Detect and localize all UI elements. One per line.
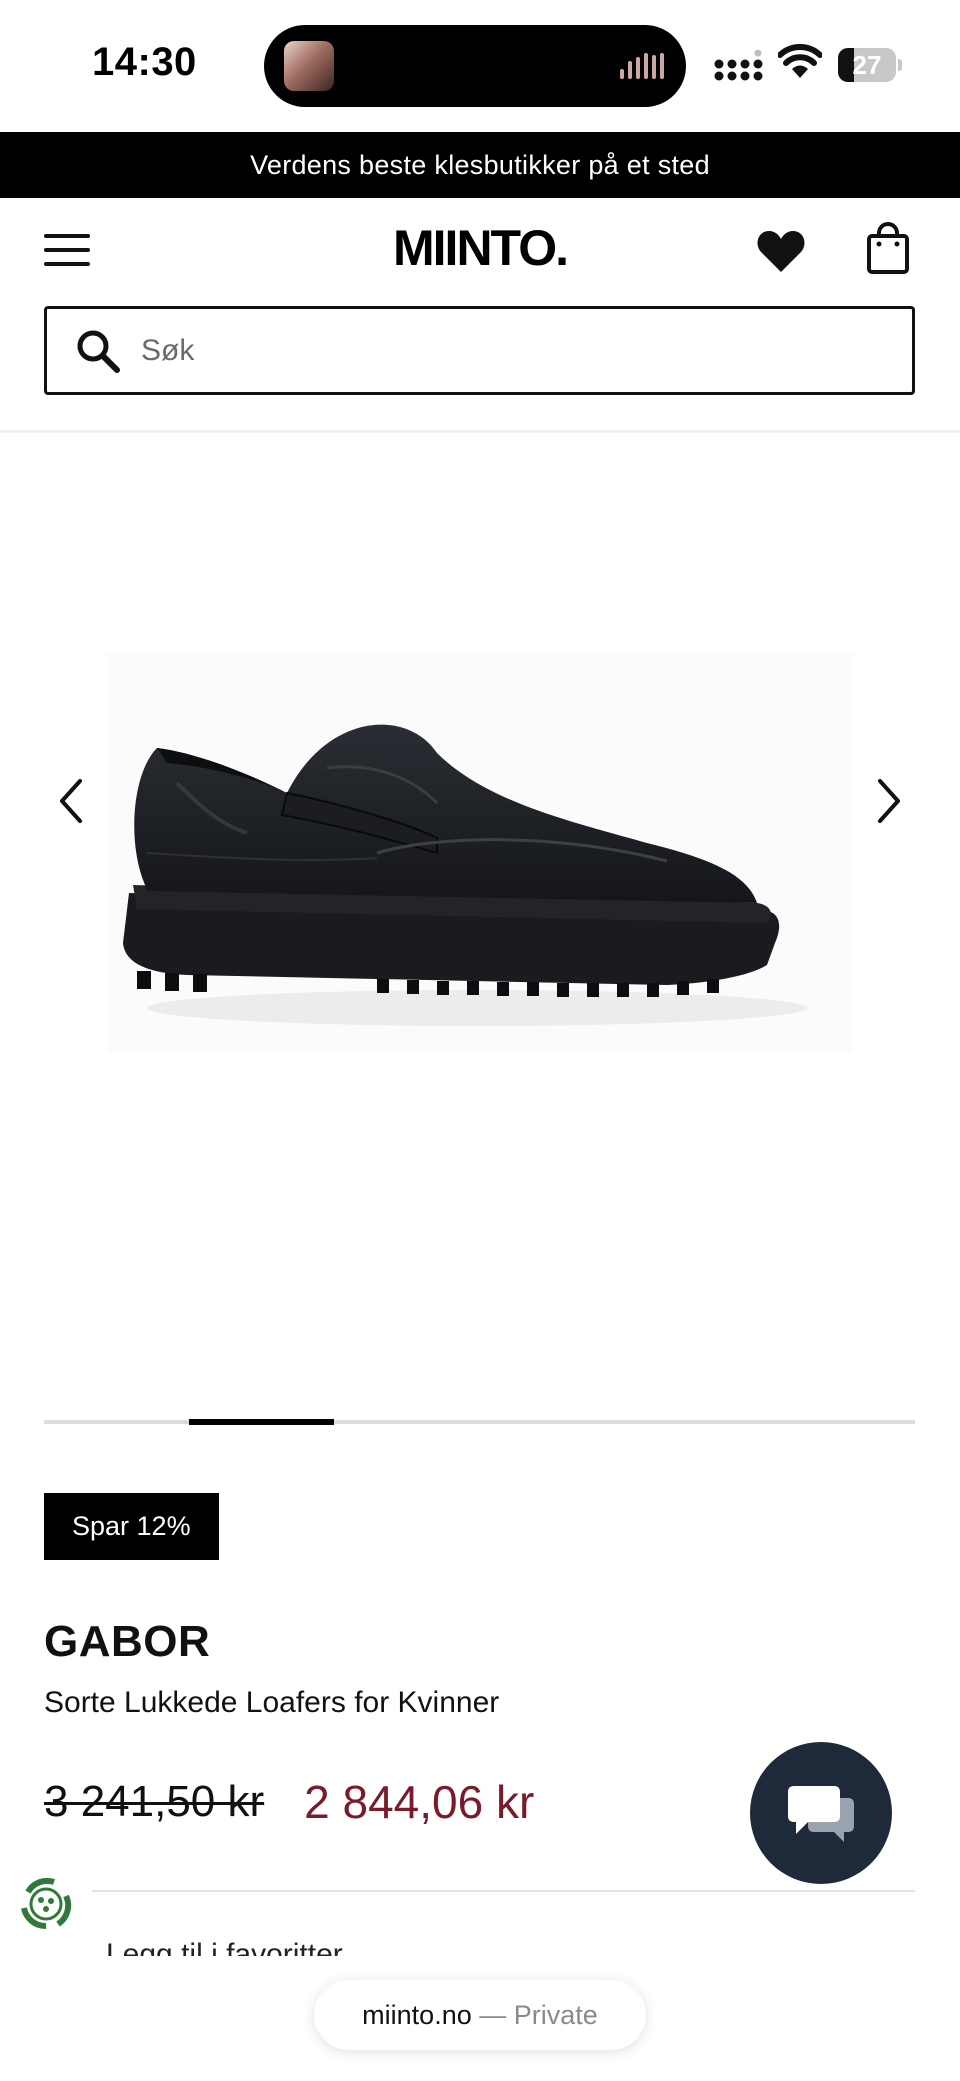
browser-address-pill[interactable]: miinto.no — Private <box>314 1980 646 2050</box>
product-brand[interactable]: GABOR <box>44 1617 210 1667</box>
product-title: Sorte Lukkede Loafers for Kvinner <box>44 1686 500 1719</box>
site-header: MIINTO. <box>0 198 960 308</box>
eco-recycle-icon[interactable] <box>14 1872 78 1936</box>
price-row: 3 241,50 kr 2 844,06 kr <box>44 1772 534 1832</box>
heart-icon[interactable] <box>756 228 806 274</box>
gallery-progress-bar <box>44 1419 915 1425</box>
product-gallery[interactable] <box>0 433 960 1425</box>
audio-waveform-icon <box>620 53 664 79</box>
cellular-signal-icon <box>714 50 763 81</box>
wifi-icon <box>778 44 822 78</box>
discount-badge: Spar 12% <box>44 1493 219 1560</box>
dynamic-island <box>264 25 686 107</box>
original-price: 3 241,50 kr <box>44 1777 265 1826</box>
site-logo[interactable]: MIINTO. <box>350 218 610 278</box>
chat-button[interactable] <box>750 1742 892 1884</box>
hamburger-menu-icon[interactable] <box>44 228 92 272</box>
url-separator: — <box>479 2000 507 2030</box>
sale-price: 2 844,06 kr <box>304 1776 535 1828</box>
chevron-right-icon[interactable] <box>872 773 908 829</box>
shopping-bag-icon[interactable] <box>866 222 910 274</box>
chevron-left-icon[interactable] <box>52 773 88 829</box>
chat-bubbles-icon <box>788 1786 854 1842</box>
section-divider <box>92 1890 915 1892</box>
search-input[interactable] <box>141 333 841 368</box>
browsing-mode: Private <box>513 2000 598 2030</box>
status-time: 14:30 <box>92 40 197 84</box>
status-bar: 14:30 27 <box>0 0 960 132</box>
url-host: miinto.no <box>362 2000 472 2030</box>
battery-level: 27 <box>852 50 882 80</box>
search-icon <box>77 330 120 373</box>
promo-banner: Verdens beste klesbutikker på et sted <box>0 132 960 198</box>
now-playing-thumbnail <box>284 41 334 91</box>
add-to-favorites-link[interactable]: Legg til i favoritter <box>106 1932 606 1956</box>
search-bar[interactable] <box>44 306 915 395</box>
gallery-progress-indicator <box>189 1419 335 1425</box>
battery-indicator: 27 <box>838 48 902 82</box>
product-image-loafer[interactable] <box>107 653 852 1053</box>
